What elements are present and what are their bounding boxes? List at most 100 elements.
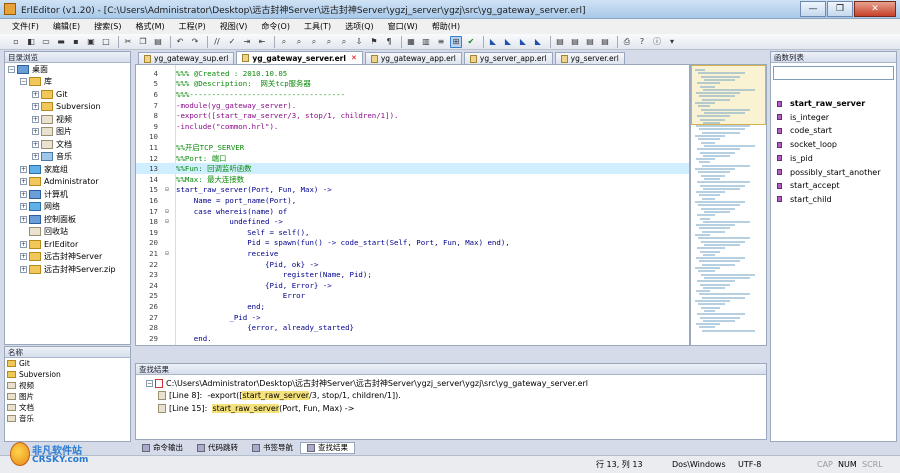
bookmark-icon[interactable]: ⚑ xyxy=(368,36,380,48)
save-all-icon[interactable]: ▣ xyxy=(85,36,97,48)
code-line[interactable]: 15 ⊟ start_raw_server(Port, Fun, Max) -> xyxy=(136,185,689,196)
menu-project[interactable]: 工程(P) xyxy=(179,21,206,32)
code-line[interactable]: 10 xyxy=(136,132,689,143)
help-icon[interactable]: ? xyxy=(636,36,648,48)
function-item[interactable]: is_pid xyxy=(773,152,894,165)
list-item[interactable]: 文档 xyxy=(5,402,130,413)
expand-icon[interactable]: + xyxy=(32,153,39,161)
function-filter-input[interactable] xyxy=(773,66,894,80)
cut-icon[interactable]: ✂ xyxy=(122,36,134,48)
expand-icon[interactable]: + xyxy=(20,165,27,173)
toggle-output-icon[interactable]: ▥ xyxy=(420,36,432,48)
code-line[interactable]: 27 _Pid -> xyxy=(136,312,689,323)
expand-icon[interactable]: + xyxy=(20,265,27,273)
tool-3-icon[interactable]: ▤ xyxy=(584,36,596,48)
find-result-row[interactable]: [Line 8]: -export([start_raw_server/3, s… xyxy=(158,391,401,400)
tab-file[interactable]: yg_gateway_sup.erl xyxy=(138,52,235,64)
close-file-icon[interactable]: □ xyxy=(100,36,112,48)
expand-icon[interactable]: + xyxy=(32,90,39,98)
code-line[interactable]: 26 end; xyxy=(136,301,689,312)
function-item[interactable]: is_integer xyxy=(773,111,894,124)
list-item[interactable]: 视频 xyxy=(5,380,130,391)
expand-icon[interactable]: + xyxy=(32,128,39,136)
code-line[interactable]: 16 Name = port_name(Port), xyxy=(136,195,689,206)
debug-icon[interactable]: ◣ xyxy=(532,36,544,48)
compile-icon[interactable]: ◣ xyxy=(487,36,499,48)
tree-item[interactable]: + ErlEditor xyxy=(5,238,130,251)
tree-item[interactable]: − 桌面 xyxy=(5,63,130,76)
tool-4-icon[interactable]: ▤ xyxy=(599,36,611,48)
tab-bookmarks[interactable]: 书签导航 xyxy=(245,442,300,454)
find-prev-icon[interactable]: ⌕ xyxy=(308,36,320,48)
tree-item[interactable]: + 计算机 xyxy=(5,188,130,201)
expand-icon[interactable]: + xyxy=(20,215,27,223)
code-line[interactable]: 21 ⊟ receive xyxy=(136,248,689,259)
menu-window[interactable]: 窗口(W) xyxy=(388,21,418,32)
collapse-icon[interactable]: − xyxy=(20,78,27,86)
tab-find-results[interactable]: 查找结果 xyxy=(300,441,355,454)
whitespace-icon[interactable]: ¶ xyxy=(383,36,395,48)
goto-line-icon[interactable]: ⇩ xyxy=(353,36,365,48)
code-line[interactable]: 19 Self = self(), xyxy=(136,227,689,238)
indent-icon[interactable]: ⇥ xyxy=(241,36,253,48)
tree-item[interactable]: − 库 xyxy=(5,76,130,89)
expand-icon[interactable]: + xyxy=(32,140,39,148)
tree-item[interactable]: + 远古封神Server xyxy=(5,251,130,264)
expand-icon[interactable]: + xyxy=(32,103,39,111)
tool-2-icon[interactable]: ▤ xyxy=(569,36,581,48)
tree-item[interactable]: + 视频 xyxy=(5,113,130,126)
tree-item[interactable]: + 图片 xyxy=(5,126,130,139)
menu-tools[interactable]: 工具(T) xyxy=(304,21,331,32)
expand-icon[interactable]: + xyxy=(20,190,27,198)
build-icon[interactable]: ◣ xyxy=(502,36,514,48)
code-line[interactable]: 7 -module(yg_gateway_server). xyxy=(136,100,689,111)
replace-icon[interactable]: ⌕ xyxy=(323,36,335,48)
function-item[interactable]: code_start xyxy=(773,124,894,137)
minimize-button[interactable]: — xyxy=(800,1,826,17)
tree-item[interactable]: + 文档 xyxy=(5,138,130,151)
outdent-icon[interactable]: ⇤ xyxy=(256,36,268,48)
code-line[interactable]: 24 {Pid, Error} -> xyxy=(136,280,689,291)
tab-command-output[interactable]: 命令输出 xyxy=(135,442,190,454)
fold-marker-icon[interactable]: ⊟ xyxy=(160,218,174,225)
expand-icon[interactable]: + xyxy=(20,253,27,261)
code-line[interactable]: 20 Pid = spawn(fun() -> code_start(Self,… xyxy=(136,238,689,249)
undo-icon[interactable]: ↶ xyxy=(174,36,186,48)
tree-item[interactable]: + Administrator xyxy=(5,176,130,189)
print-icon[interactable]: ⎙ xyxy=(621,36,633,48)
menu-format[interactable]: 格式(M) xyxy=(135,21,164,32)
code-line[interactable]: 18 ⊟ undefined -> xyxy=(136,216,689,227)
code-line[interactable]: 6 %%%----------------------------------- xyxy=(136,89,689,100)
code-editor[interactable]: 4 %%% @Created : 2010.10.05 5 %%% @Descript… xyxy=(135,64,690,346)
tree-item[interactable]: + 远古封神Server.zip xyxy=(5,263,130,276)
fold-marker-icon[interactable]: ⊟ xyxy=(160,250,174,257)
find-in-files-icon[interactable]: ⌕ xyxy=(338,36,350,48)
expand-icon[interactable]: + xyxy=(32,115,39,123)
menu-options[interactable]: 选项(Q) xyxy=(345,21,374,32)
function-item[interactable]: start_accept xyxy=(773,179,894,192)
expand-icon[interactable]: + xyxy=(20,240,27,248)
new-file-icon[interactable]: ▫ xyxy=(10,36,22,48)
code-line[interactable]: 29 end. xyxy=(136,333,689,344)
list-item[interactable]: Subversion xyxy=(5,369,130,380)
menu-file[interactable]: 文件(F) xyxy=(12,21,39,32)
find-file-row[interactable]: − C:\Users\Administrator\Desktop\远古封神Ser… xyxy=(146,378,588,389)
close-button[interactable]: ✕ xyxy=(854,1,896,17)
function-item[interactable]: start_child xyxy=(773,193,894,206)
list-item[interactable]: Git xyxy=(5,358,130,369)
toggle-panel-icon[interactable]: ▦ xyxy=(405,36,417,48)
function-item[interactable]: start_raw_server xyxy=(773,97,894,110)
function-item[interactable]: socket_loop xyxy=(773,138,894,151)
code-line[interactable]: 22 {Pid, ok} -> xyxy=(136,259,689,270)
menu-command[interactable]: 命令(O) xyxy=(261,21,290,32)
list-item[interactable]: 图片 xyxy=(5,391,130,402)
menu-view[interactable]: 视图(V) xyxy=(220,21,248,32)
code-line[interactable]: 12 %%Port: 端口 xyxy=(136,153,689,164)
find-result-row[interactable]: [Line 15]: start_raw_server (Port, Fun, M… xyxy=(158,404,354,413)
tree-item[interactable]: 回收站 xyxy=(5,226,130,239)
code-line[interactable]: 4 %%% @Created : 2010.10.05 xyxy=(136,68,689,79)
tree-item[interactable]: + 网络 xyxy=(5,201,130,214)
redo-icon[interactable]: ↷ xyxy=(189,36,201,48)
code-line[interactable]: 14 %%Max: 最大连接数 xyxy=(136,174,689,185)
list-item[interactable]: 音乐 xyxy=(5,413,130,424)
